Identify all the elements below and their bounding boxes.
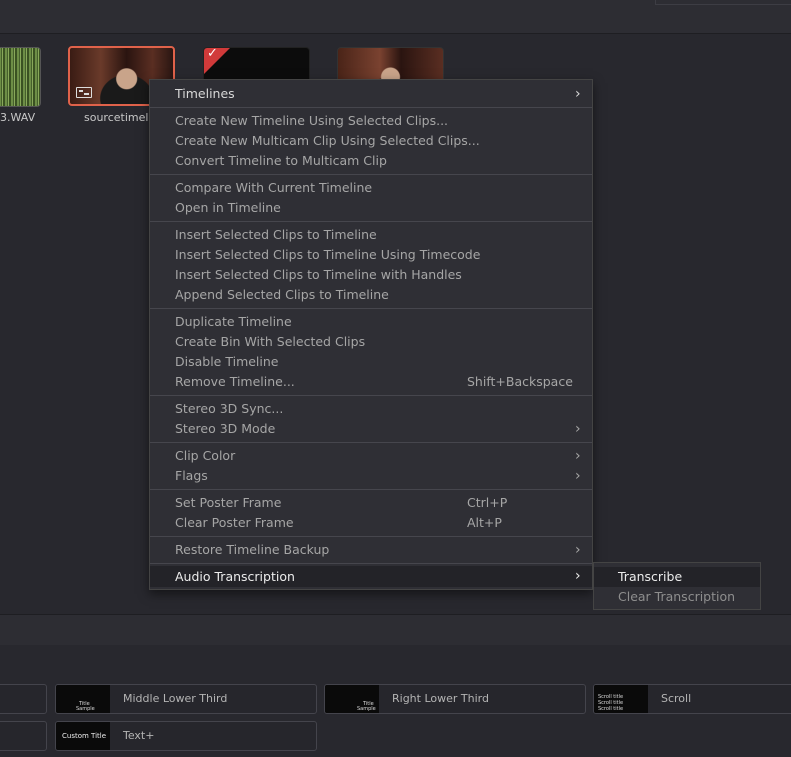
- shortcut-label: Shift+Backspace: [467, 374, 573, 389]
- effects-library: Title Sample Middle Lower Third Title Sa…: [0, 645, 791, 757]
- menu-item-insert-selected[interactable]: Insert Selected Clips to Timeline: [150, 225, 592, 245]
- effect-name: Scroll: [661, 692, 692, 705]
- menu-separator: [150, 221, 592, 222]
- effect-tile-middle-lower-third[interactable]: Title Sample Middle Lower Third: [55, 684, 317, 714]
- effect-tile-scroll[interactable]: Scroll title Scroll title Scroll title S…: [593, 684, 791, 714]
- chevron-right-icon: ›: [575, 468, 581, 484]
- shortcut-label: Alt+P: [467, 515, 502, 530]
- effect-tile-left-text[interactable]: [0, 721, 47, 751]
- menu-item-create-new-timeline[interactable]: Create New Timeline Using Selected Clips…: [150, 111, 592, 131]
- effect-name: Right Lower Third: [392, 692, 489, 705]
- effect-tile-right-lower-third[interactable]: Title Sample Right Lower Third: [324, 684, 586, 714]
- menu-separator: [150, 308, 592, 309]
- effect-name: Middle Lower Third: [123, 692, 228, 705]
- effect-thumbnail: Title Sample: [325, 685, 379, 713]
- clip-thumbnail-wav[interactable]: [0, 47, 41, 107]
- audio-transcription-submenu: Transcribe Clear Transcription: [593, 562, 761, 610]
- menu-separator: [150, 174, 592, 175]
- menu-item-restore-timeline-backup[interactable]: Restore Timeline Backup ›: [150, 540, 592, 560]
- chevron-right-icon: ›: [575, 448, 581, 464]
- clip-label-wav: 3.WAV: [0, 111, 36, 124]
- effect-name: Text+: [123, 729, 155, 742]
- menu-item-create-bin[interactable]: Create Bin With Selected Clips: [150, 332, 592, 352]
- panel-header: [0, 614, 791, 646]
- menu-item-clear-poster-frame[interactable]: Clear Poster Frame Alt+P: [150, 513, 592, 533]
- timeline-icon: [76, 87, 92, 98]
- menu-item-stereo-sync[interactable]: Stereo 3D Sync...: [150, 399, 592, 419]
- menu-item-remove-timeline[interactable]: Remove Timeline... Shift+Backspace: [150, 372, 592, 392]
- chevron-right-icon: ›: [575, 86, 581, 102]
- submenu-item-clear-transcription[interactable]: Clear Transcription: [594, 587, 760, 607]
- menu-item-set-poster-frame[interactable]: Set Poster Frame Ctrl+P: [150, 493, 592, 513]
- submenu-item-transcribe[interactable]: Transcribe: [594, 567, 760, 587]
- menu-item-timelines[interactable]: Timelines ›: [150, 84, 592, 104]
- menu-item-duplicate-timeline[interactable]: Duplicate Timeline: [150, 312, 592, 332]
- chevron-right-icon: ›: [575, 421, 581, 437]
- effect-tile-left-lower-third[interactable]: [0, 684, 47, 714]
- menu-item-open-in-timeline[interactable]: Open in Timeline: [150, 198, 592, 218]
- menu-separator: [150, 442, 592, 443]
- menu-separator: [150, 563, 592, 564]
- menu-separator: [150, 107, 592, 108]
- menu-item-compare-with-current[interactable]: Compare With Current Timeline: [150, 178, 592, 198]
- clip-label-sourcetimeline: sourcetimeli: [84, 111, 152, 124]
- menu-item-flags[interactable]: Flags ›: [150, 466, 592, 486]
- top-toolbar: [0, 0, 791, 34]
- effect-thumbnail: Title Sample: [56, 685, 110, 713]
- effect-tile-text-plus[interactable]: Custom Title Text+: [55, 721, 317, 751]
- menu-item-append-selected[interactable]: Append Selected Clips to Timeline: [150, 285, 592, 305]
- toolbar-tab[interactable]: [655, 0, 791, 5]
- menu-item-disable-timeline[interactable]: Disable Timeline: [150, 352, 592, 372]
- menu-item-stereo-mode[interactable]: Stereo 3D Mode ›: [150, 419, 592, 439]
- shortcut-label: Ctrl+P: [467, 495, 508, 510]
- menu-item-create-new-multicam[interactable]: Create New Multicam Clip Using Selected …: [150, 131, 592, 151]
- menu-item-insert-with-handles[interactable]: Insert Selected Clips to Timeline with H…: [150, 265, 592, 285]
- effect-thumbnail: Scroll title Scroll title Scroll title: [594, 685, 648, 713]
- menu-separator: [150, 395, 592, 396]
- menu-item-clip-color[interactable]: Clip Color ›: [150, 446, 592, 466]
- menu-separator: [150, 536, 592, 537]
- checkmark-icon: ✓: [207, 47, 218, 61]
- chevron-right-icon: ›: [575, 568, 581, 584]
- menu-item-insert-using-timecode[interactable]: Insert Selected Clips to Timeline Using …: [150, 245, 592, 265]
- menu-item-convert-to-multicam[interactable]: Convert Timeline to Multicam Clip: [150, 151, 592, 171]
- menu-item-audio-transcription[interactable]: Audio Transcription ›: [150, 566, 592, 587]
- context-menu: Timelines › Create New Timeline Using Se…: [149, 79, 593, 590]
- menu-separator: [150, 489, 592, 490]
- effect-thumbnail: Custom Title: [56, 722, 110, 750]
- chevron-right-icon: ›: [575, 542, 581, 558]
